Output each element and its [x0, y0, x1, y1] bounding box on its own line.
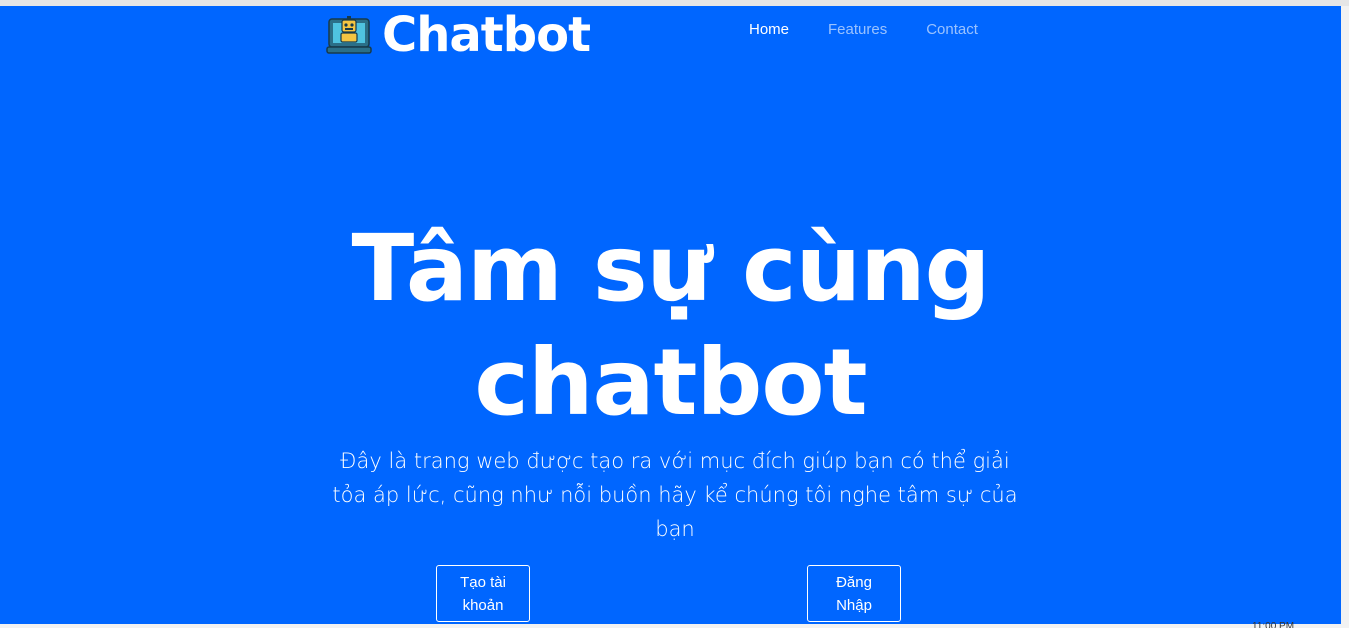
hero-title-line-2: chatbot	[474, 329, 867, 436]
main-nav: Home Features Contact	[749, 21, 1017, 38]
taskbar-edge	[0, 624, 1349, 628]
login-button[interactable]: Đăng Nhập	[807, 565, 901, 622]
scrollbar-track[interactable]	[1341, 6, 1349, 628]
brand[interactable]: Chatbot	[326, 6, 591, 64]
nav-contact[interactable]: Contact	[926, 21, 978, 38]
taskbar-clock: 11:00 PM	[1252, 622, 1295, 628]
brand-name: Chatbot	[382, 7, 591, 63]
nav-home[interactable]: Home	[749, 21, 789, 38]
nav-features[interactable]: Features	[828, 21, 887, 38]
hero-section: Chatbot Home Features Contact Tâm sự cùn…	[0, 6, 1341, 624]
robot-laptop-icon	[326, 16, 372, 54]
hero-lead: Đây là trang web được tạo ra với mục đíc…	[332, 449, 1018, 541]
hero-title: Tâm sự cùng chatbot	[0, 212, 1341, 440]
hero-title-line-1: Tâm sự cùng	[351, 215, 990, 322]
register-button[interactable]: Tạo tài khoản	[436, 565, 530, 622]
